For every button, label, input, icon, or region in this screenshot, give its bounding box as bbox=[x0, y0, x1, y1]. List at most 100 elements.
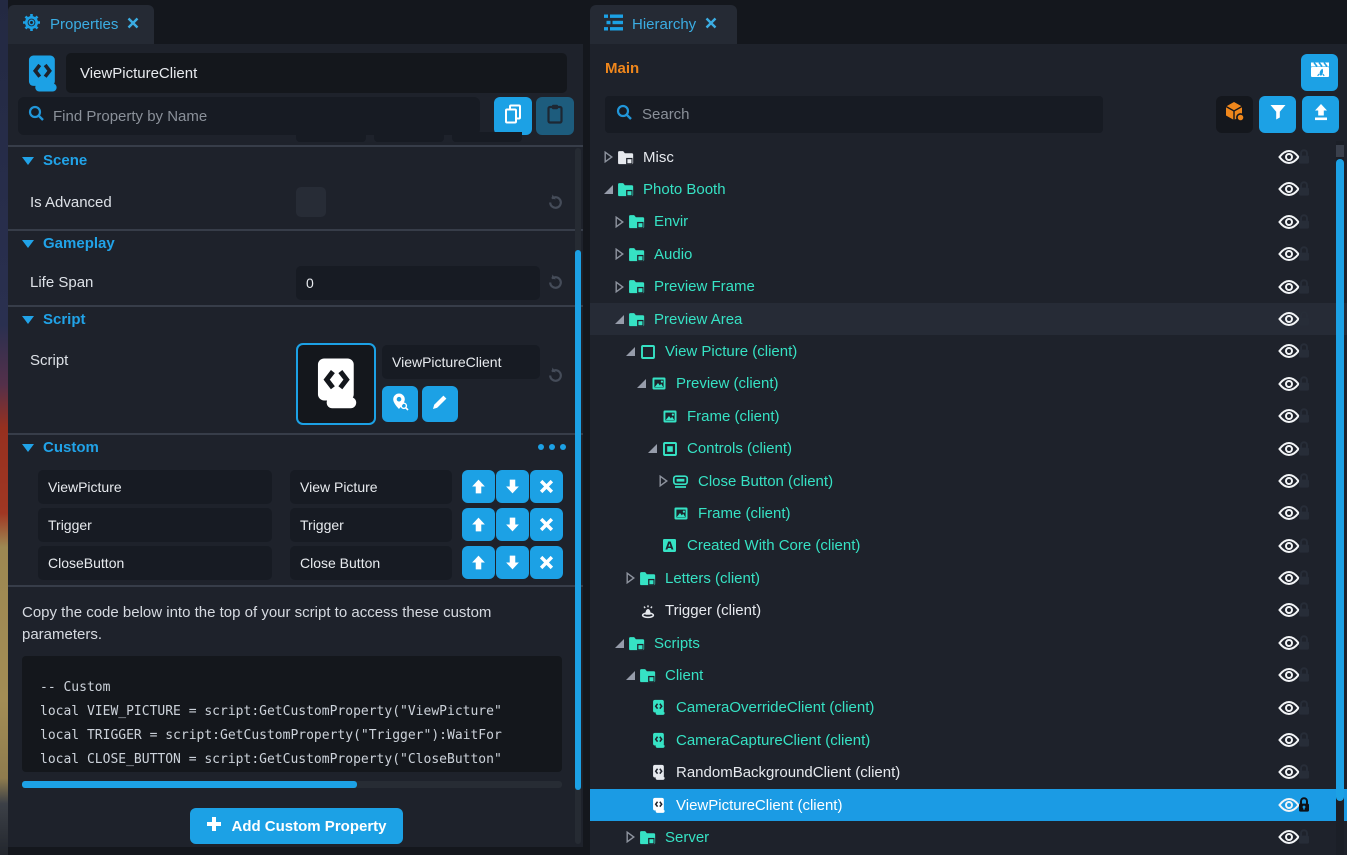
section-custom[interactable]: Custom bbox=[22, 439, 99, 456]
lock-toggle[interactable] bbox=[1297, 472, 1311, 489]
tab-hierarchy[interactable]: Hierarchy bbox=[590, 5, 737, 44]
find-script-button[interactable] bbox=[382, 386, 418, 422]
move-down-button[interactable] bbox=[496, 508, 529, 541]
lock-toggle[interactable] bbox=[1297, 375, 1311, 392]
lock-toggle[interactable] bbox=[1297, 407, 1311, 424]
collapse-arrow-icon[interactable] bbox=[633, 378, 649, 390]
tree-row[interactable]: Preview (client) bbox=[590, 368, 1347, 400]
custom-property-value[interactable]: Trigger bbox=[290, 508, 452, 542]
tree-row[interactable]: Server bbox=[590, 821, 1347, 853]
tree-row[interactable]: Scripts bbox=[590, 627, 1347, 659]
lock-toggle[interactable] bbox=[1297, 731, 1311, 748]
close-icon[interactable] bbox=[127, 16, 139, 34]
lock-toggle[interactable] bbox=[1297, 440, 1311, 457]
tree-row[interactable]: Frame (client) bbox=[590, 497, 1347, 529]
reset-icon[interactable] bbox=[546, 273, 566, 293]
lock-toggle[interactable] bbox=[1297, 634, 1311, 651]
move-up-button[interactable] bbox=[462, 546, 495, 579]
expand-arrow-icon[interactable] bbox=[611, 216, 627, 228]
tree-row[interactable]: View Picture (client) bbox=[590, 335, 1347, 367]
section-gameplay[interactable]: Gameplay bbox=[22, 235, 115, 252]
life-span-input[interactable] bbox=[296, 266, 540, 300]
lock-toggle[interactable] bbox=[1297, 666, 1311, 683]
tree-row[interactable]: ACreated With Core (client) bbox=[590, 530, 1347, 562]
collapse-arrow-icon[interactable] bbox=[611, 637, 627, 649]
expand-arrow-icon[interactable] bbox=[611, 248, 627, 260]
tree-row[interactable]: Trigger (client) bbox=[590, 594, 1347, 626]
tree-row[interactable]: Client bbox=[590, 659, 1347, 691]
custom-property-name[interactable]: ViewPicture bbox=[38, 470, 272, 504]
asset-filter-button[interactable] bbox=[1216, 96, 1253, 133]
hierarchy-search-box[interactable] bbox=[605, 96, 1103, 133]
collapse-arrow-icon[interactable] bbox=[622, 346, 638, 358]
lock-toggle[interactable] bbox=[1297, 245, 1311, 262]
move-up-button[interactable] bbox=[462, 508, 495, 541]
script-thumbnail[interactable] bbox=[296, 343, 376, 425]
tree-row[interactable]: Frame (client) bbox=[590, 400, 1347, 432]
add-custom-property-button[interactable]: Add Custom Property bbox=[190, 808, 403, 844]
tree-row[interactable]: Close Button (client) bbox=[590, 465, 1347, 497]
expand-arrow-icon[interactable] bbox=[622, 831, 638, 843]
collapse-arrow-icon[interactable] bbox=[611, 313, 627, 325]
tree-row[interactable]: Preview Area bbox=[590, 303, 1347, 335]
lock-toggle[interactable] bbox=[1297, 342, 1311, 359]
property-search-box[interactable] bbox=[18, 97, 480, 135]
lock-toggle[interactable] bbox=[1297, 828, 1311, 845]
horizontal-scrollbar[interactable] bbox=[22, 781, 562, 788]
expand-arrow-icon[interactable] bbox=[611, 281, 627, 293]
section-scene[interactable]: Scene bbox=[22, 152, 87, 169]
publish-button[interactable] bbox=[1301, 54, 1338, 91]
lock-toggle[interactable] bbox=[1297, 504, 1311, 521]
tree-row[interactable]: ViewPictureClient (client) bbox=[590, 789, 1347, 821]
lock-toggle[interactable] bbox=[1297, 213, 1311, 230]
lock-toggle[interactable] bbox=[1297, 699, 1311, 716]
properties-scrollbar-thumb[interactable] bbox=[575, 250, 581, 790]
more-options-icon[interactable] bbox=[538, 444, 566, 450]
is-advanced-checkbox[interactable] bbox=[296, 187, 326, 217]
reset-icon[interactable] bbox=[546, 193, 566, 213]
tree-row[interactable]: Audio bbox=[590, 238, 1347, 270]
property-search-input[interactable] bbox=[53, 108, 470, 125]
collapse-arrow-icon[interactable] bbox=[600, 184, 616, 196]
object-name-field[interactable] bbox=[66, 53, 567, 93]
section-script[interactable]: Script bbox=[22, 311, 86, 328]
tree-row[interactable]: RandomBackgroundClient (client) bbox=[590, 756, 1347, 788]
tree-row[interactable]: CameraOverrideClient (client) bbox=[590, 692, 1347, 724]
horizontal-scrollbar-thumb[interactable] bbox=[22, 781, 357, 788]
lock-toggle[interactable] bbox=[1297, 310, 1311, 327]
hierarchy-scrollbar-thumb[interactable] bbox=[1336, 159, 1344, 801]
custom-property-name[interactable]: Trigger bbox=[38, 508, 272, 542]
hierarchy-scrollbar[interactable] bbox=[1336, 141, 1344, 855]
custom-property-value[interactable]: Close Button bbox=[290, 546, 452, 580]
tree-row[interactable]: Letters (client) bbox=[590, 562, 1347, 594]
lock-toggle[interactable] bbox=[1297, 278, 1311, 295]
edit-script-button[interactable] bbox=[422, 386, 458, 422]
tree-row[interactable]: CameraCaptureClient (client) bbox=[590, 724, 1347, 756]
paste-properties-button[interactable] bbox=[536, 97, 574, 135]
lock-toggle[interactable] bbox=[1297, 569, 1311, 586]
upload-button[interactable] bbox=[1302, 96, 1339, 133]
tree-row[interactable]: Photo Booth bbox=[590, 173, 1347, 205]
delete-button[interactable] bbox=[530, 470, 563, 503]
tab-properties[interactable]: Properties bbox=[8, 5, 154, 44]
tree-row[interactable]: Controls (client) bbox=[590, 433, 1347, 465]
lock-toggle[interactable] bbox=[1297, 148, 1311, 165]
expand-arrow-icon[interactable] bbox=[600, 151, 616, 163]
lock-toggle[interactable] bbox=[1297, 601, 1311, 618]
move-down-button[interactable] bbox=[496, 546, 529, 579]
lock-toggle[interactable] bbox=[1297, 763, 1311, 780]
close-icon[interactable] bbox=[705, 16, 717, 34]
properties-scrollbar[interactable] bbox=[575, 148, 581, 844]
collapse-arrow-icon[interactable] bbox=[622, 669, 638, 681]
custom-property-value[interactable]: View Picture bbox=[290, 470, 452, 504]
collapse-arrow-icon[interactable] bbox=[644, 443, 660, 455]
lock-toggle[interactable] bbox=[1297, 537, 1311, 554]
custom-property-name[interactable]: CloseButton bbox=[38, 546, 272, 580]
move-up-button[interactable] bbox=[462, 470, 495, 503]
move-down-button[interactable] bbox=[496, 470, 529, 503]
expand-arrow-icon[interactable] bbox=[622, 572, 638, 584]
lock-toggle[interactable] bbox=[1297, 796, 1311, 813]
lock-toggle[interactable] bbox=[1297, 180, 1311, 197]
tree-row[interactable]: Preview Frame bbox=[590, 271, 1347, 303]
expand-arrow-icon[interactable] bbox=[655, 475, 671, 487]
